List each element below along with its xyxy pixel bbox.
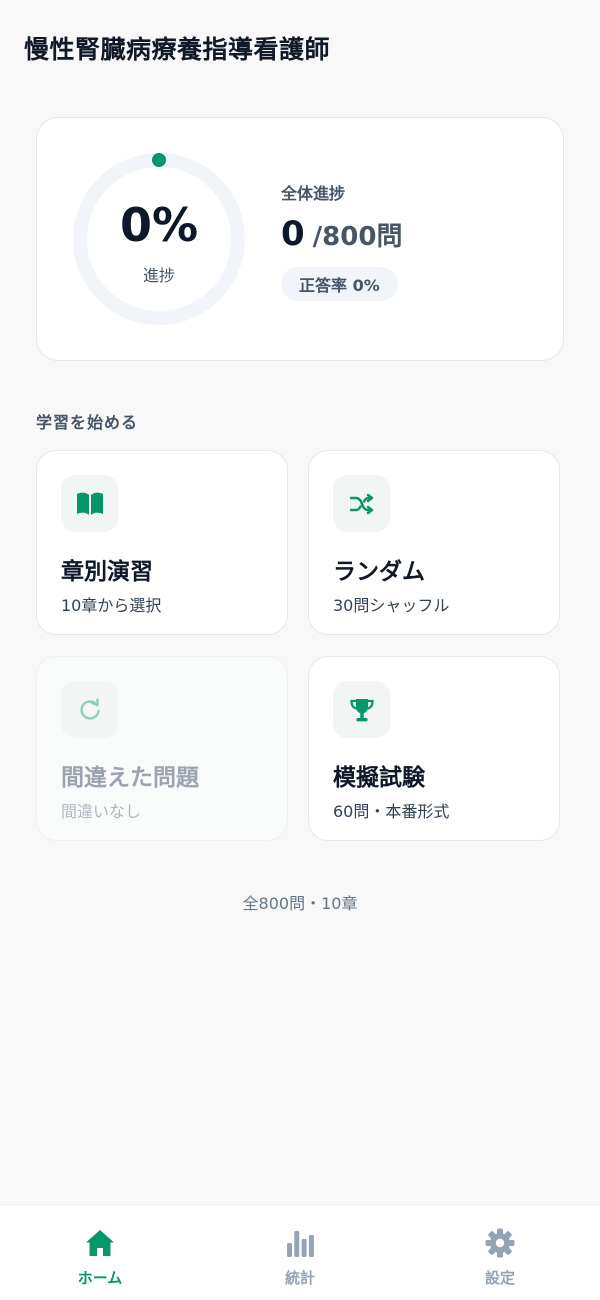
mock-exam-card[interactable]: 模擬試験 60問・本番形式 [308,656,560,841]
mode-title: 章別演習 [61,559,153,585]
app-title: 慢性腎臓病療養指導看護師 [24,35,331,64]
tab-home[interactable]: ホーム [0,1205,200,1300]
progress-ring-label: 進捗 [142,266,175,285]
count-separator: / [312,222,323,252]
wrong-answers-card: 間違えた問題 間違いなし [36,656,288,841]
tab-label: 設定 [484,1269,515,1287]
mode-title: 間違えた問題 [61,765,199,791]
tab-settings[interactable]: 設定 [400,1205,600,1300]
book-icon [61,475,118,532]
gear-icon [485,1228,515,1258]
section-label: 学習を始める [36,413,139,432]
overall-progress-count: 0 / 800問 [281,214,402,254]
bar-chart-icon [287,1231,314,1257]
random-card[interactable]: ランダム 30問シャッフル [308,450,560,635]
tab-label: ホーム [77,1269,123,1287]
mode-title: 模擬試験 [333,765,425,791]
tab-label: 統計 [284,1269,315,1287]
total-count: 800問 [322,222,403,252]
chapter-practice-card[interactable]: 章別演習 10章から選択 [36,450,288,635]
tab-stats[interactable]: 統計 [200,1205,400,1300]
mode-subtitle: 間違いなし [61,802,142,821]
trophy-icon [333,681,390,738]
retry-icon [61,681,118,738]
shuffle-icon [333,475,390,532]
mode-subtitle: 10章から選択 [61,596,162,615]
accuracy-badge: 正答率 0% [281,267,398,301]
progress-ring-indicator [152,153,166,167]
mode-subtitle: 30問シャッフル [333,596,450,615]
progress-percent: 0% [119,198,199,252]
answered-count: 0 [281,214,305,254]
mode-subtitle: 60問・本番形式 [333,802,450,821]
overall-progress-label: 全体進捗 [281,184,346,203]
mode-title: ランダム [333,559,425,585]
tab-bar: ホーム 統計 設定 [0,1204,600,1300]
progress-card: 0% 進捗 全体進捗 0 / 800問 正答率 0% [36,117,564,361]
question-summary: 全800問・10章 [242,894,358,913]
home-icon [86,1230,114,1256]
